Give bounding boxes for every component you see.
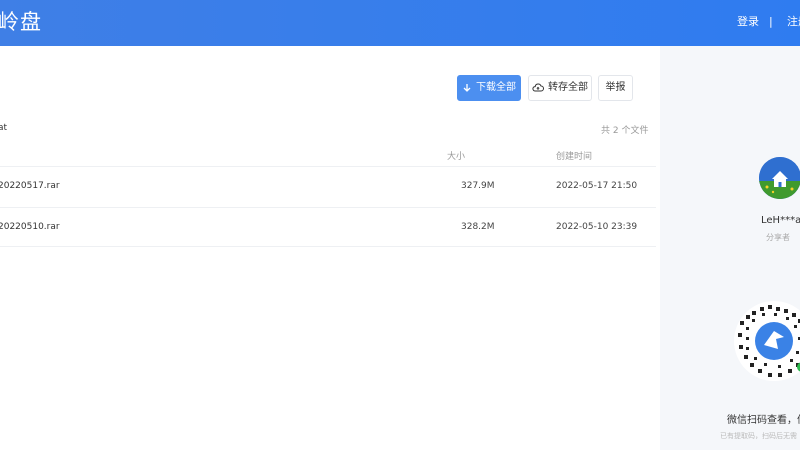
sharer-label: 分享者 <box>766 233 790 242</box>
file-name[interactable]: 20220510.rar <box>0 222 60 232</box>
file-created: 2022-05-10 23:39 <box>556 222 638 232</box>
file-size: 327.9M <box>461 181 495 191</box>
brand-logo-text: 岭盘 <box>0 10 42 34</box>
cloud-upload-icon <box>532 83 544 92</box>
sharer-name: LeH***at <box>761 215 800 226</box>
login-link[interactable]: 登录 <box>737 15 759 29</box>
top-header: 岭盘 登录 | 注册 <box>0 0 800 46</box>
file-size: 328.2M <box>461 222 495 232</box>
file-name[interactable]: 20220517.rar <box>0 181 60 191</box>
report-label: 举报 <box>605 82 626 93</box>
sharer-avatar <box>759 157 800 199</box>
save-all-button[interactable]: 转存全部 <box>528 75 592 101</box>
column-header-created: 创建时间 <box>556 152 593 162</box>
table-row[interactable]: 20220510.rar 328.2M 2022-05-10 23:39 <box>0 207 656 247</box>
house-landscape-icon <box>759 157 800 199</box>
qr-pattern-icon <box>738 305 800 377</box>
file-created: 2022-05-17 21:50 <box>556 181 638 191</box>
download-arrow-icon <box>463 84 471 92</box>
save-all-label: 转存全部 <box>548 82 588 93</box>
scan-instruction: 微信扫码查看，便 <box>727 415 800 426</box>
sharer-sidebar: LeH***at 分享者 微信扫码查看，便 已有提取码，扫码后无需 <box>660 46 800 450</box>
header-separator: | <box>769 15 773 28</box>
register-link[interactable]: 注册 <box>787 15 800 29</box>
download-all-button[interactable]: 下载全部 <box>457 75 521 101</box>
file-count: 共 2 个文件 <box>601 126 649 136</box>
report-button[interactable]: 举报 <box>598 75 633 101</box>
file-list-panel: 下载全部 转存全部 举报 at 共 2 个文件 大小 创建时间 20220517… <box>0 46 660 450</box>
folder-name: at <box>0 123 8 133</box>
scan-subtext: 已有提取码，扫码后无需 <box>720 432 797 440</box>
table-row[interactable]: 20220517.rar 327.9M 2022-05-17 21:50 <box>0 166 656 206</box>
column-header-size: 大小 <box>447 152 466 162</box>
wechat-qr-code <box>734 301 800 381</box>
download-all-label: 下载全部 <box>476 82 516 93</box>
